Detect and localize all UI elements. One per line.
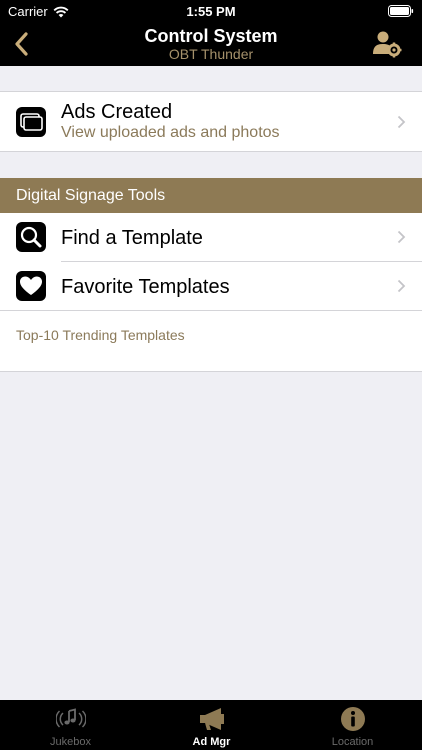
navigation-bar: Control System OBT Thunder [0, 22, 422, 66]
tab-jukebox[interactable]: Jukebox [0, 700, 141, 750]
find-template-label: Find a Template [61, 227, 203, 249]
chevron-right-icon [397, 279, 406, 293]
user-settings-icon[interactable] [372, 29, 402, 59]
favorite-templates-label: Favorite Templates [61, 276, 230, 298]
ads-gallery-icon [16, 107, 46, 137]
clock: 1:55 PM [186, 4, 236, 19]
tab-location[interactable]: Location [282, 700, 422, 750]
page-title: Control System [144, 26, 278, 46]
tab-ad-mgr[interactable]: Ad Mgr [141, 700, 282, 750]
trending-templates-link[interactable]: Top-10 Trending Templates [16, 327, 185, 343]
favorite-templates-row[interactable]: Favorite Templates [0, 262, 422, 310]
magnifier-icon [16, 222, 46, 252]
megaphone-icon [199, 708, 224, 730]
jukebox-icon [55, 708, 86, 728]
status-bar: Carrier 1:55 PM [0, 0, 422, 22]
tab-label: Jukebox [50, 736, 91, 748]
battery-icon [388, 5, 414, 17]
tab-label: Location [331, 736, 374, 748]
ads-created-row[interactable]: Ads Created View uploaded ads and photos [0, 92, 422, 151]
ads-created-subtitle: View uploaded ads and photos [61, 124, 280, 141]
page-subtitle: OBT Thunder [168, 46, 254, 62]
signage-tools-card: Find a Template Favorite Templates [0, 213, 422, 372]
ads-created-card: Ads Created View uploaded ads and photos [0, 91, 422, 152]
heart-icon [16, 271, 46, 301]
chevron-right-icon [397, 115, 406, 129]
chevron-right-icon [397, 230, 406, 244]
info-icon [340, 707, 365, 731]
ads-created-title: Ads Created [61, 101, 173, 123]
section-header: Digital Signage Tools [0, 178, 422, 213]
find-template-row[interactable]: Find a Template [0, 213, 422, 261]
row-divider [0, 310, 422, 311]
tab-label: Ad Mgr [192, 736, 231, 748]
tab-bar: Jukebox Ad Mgr Location [0, 700, 422, 750]
back-chevron-icon[interactable] [10, 30, 34, 58]
